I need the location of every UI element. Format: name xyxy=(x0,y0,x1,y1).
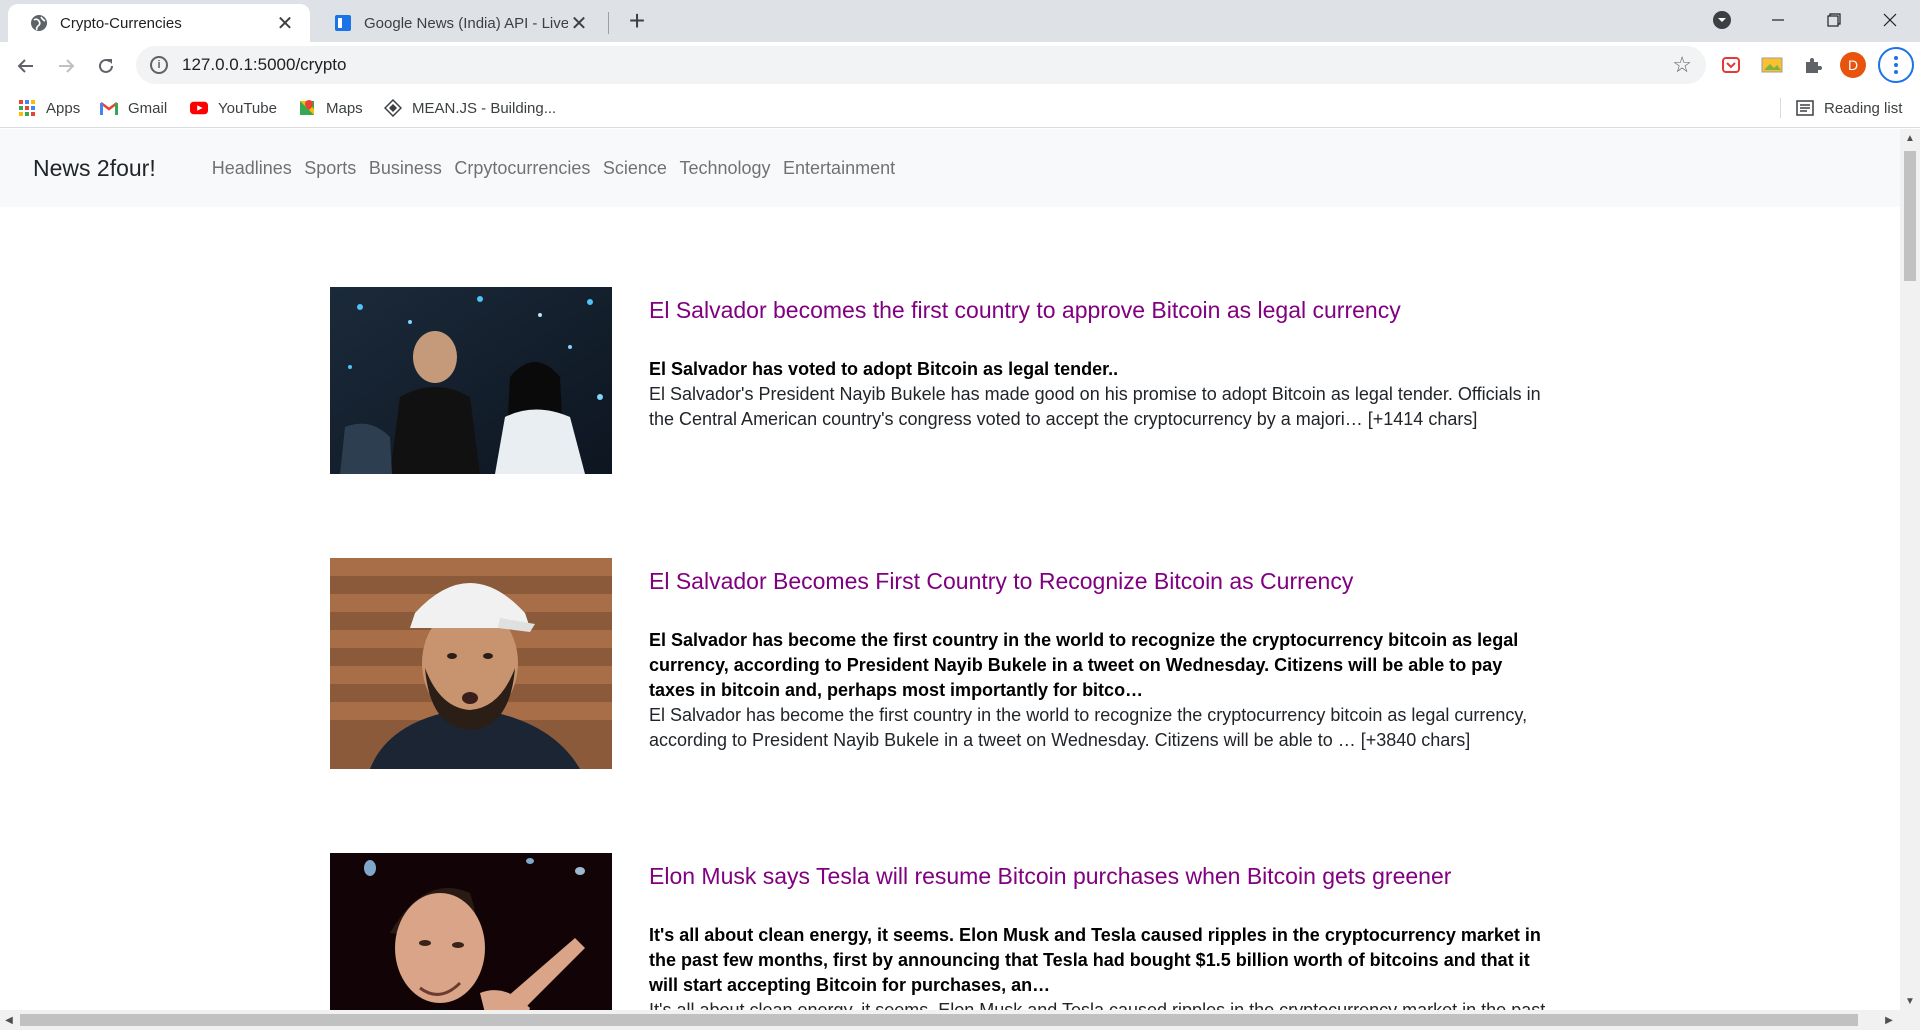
pocket-extension-icon[interactable] xyxy=(1716,50,1746,80)
reading-list-icon xyxy=(1796,99,1814,117)
maps-icon xyxy=(298,99,316,117)
scroll-left-arrow-icon[interactable]: ◀ xyxy=(0,1010,18,1030)
bookmarks-bar: Apps Gmail YouTube Maps MEAN.JS - Buildi… xyxy=(0,88,1920,128)
nav-link-technology[interactable]: Technology xyxy=(679,158,770,179)
address-bar[interactable]: i 127.0.0.1:5000/crypto ☆ xyxy=(136,46,1706,84)
tab-separator xyxy=(608,12,609,34)
article-description: El Salvador has become the first country… xyxy=(649,630,1519,700)
bookmark-label: Gmail xyxy=(128,99,168,117)
nav-link-sports[interactable]: Sports xyxy=(304,158,356,179)
kebab-menu-icon[interactable] xyxy=(1878,47,1914,83)
image-extension-icon[interactable] xyxy=(1757,50,1787,80)
site-info-icon[interactable]: i xyxy=(150,56,168,74)
vertical-scrollbar[interactable]: ▲ ▼ xyxy=(1900,129,1920,1010)
horizontal-scrollbar[interactable]: ◀ ▶ xyxy=(0,1010,1920,1030)
article-content: It's all about clean energy, it seems. E… xyxy=(649,1000,1546,1010)
apps-grid-icon xyxy=(18,99,36,117)
site-brand[interactable]: News 2four! xyxy=(33,155,156,182)
tab-title: Crypto-Currencies xyxy=(60,14,182,32)
nav-link-cryptocurrencies[interactable]: Crpytocurrencies xyxy=(454,158,590,179)
tab-title: Google News (India) API - Live ne xyxy=(364,14,568,32)
reading-list-label: Reading list xyxy=(1824,99,1903,117)
article-body: El Salvador becomes the first country to… xyxy=(649,287,1549,432)
bookmark-meanjs[interactable]: MEAN.JS - Building... xyxy=(384,96,556,120)
nav-link-science[interactable]: Science xyxy=(603,158,667,179)
tab-search-icon[interactable] xyxy=(1694,0,1750,40)
tab-crypto-currencies[interactable]: Crypto-Currencies ✕ xyxy=(8,4,310,42)
article-title-link[interactable]: El Salvador Becomes First Country to Rec… xyxy=(649,566,1549,596)
article-content: El Salvador has become the first country… xyxy=(649,705,1528,750)
bookmark-apps[interactable]: Apps xyxy=(18,96,80,120)
gmail-icon xyxy=(100,99,118,117)
nav-link-headlines[interactable]: Headlines xyxy=(212,158,292,179)
extensions-puzzle-icon[interactable] xyxy=(1798,50,1828,80)
browser-toolbar: i 127.0.0.1:5000/crypto ☆ D xyxy=(0,42,1920,88)
article-title-link[interactable]: El Salvador becomes the first country to… xyxy=(649,295,1549,325)
article-description: El Salvador has voted to adopt Bitcoin a… xyxy=(649,359,1119,379)
page-viewport: News 2four! Headlines Sports Business Cr… xyxy=(0,129,1900,1010)
bookmark-maps[interactable]: Maps xyxy=(298,96,363,120)
bookmark-label: MEAN.JS - Building... xyxy=(412,99,557,117)
bookmark-label: Maps xyxy=(326,99,363,117)
article-title-link[interactable]: Elon Musk says Tesla will resume Bitcoin… xyxy=(649,861,1549,891)
article-thumbnail-image[interactable] xyxy=(330,287,612,474)
reading-list-button[interactable]: Reading list xyxy=(1796,96,1902,120)
article-thumbnail-image[interactable] xyxy=(330,558,612,769)
article-description: It's all about clean energy, it seems. E… xyxy=(649,925,1541,995)
article-content: El Salvador's President Nayib Bukele has… xyxy=(649,384,1541,429)
bookmark-star-icon[interactable]: ☆ xyxy=(1672,52,1692,78)
tab-google-news-api[interactable]: Google News (India) API - Live ne ✕ xyxy=(312,4,604,42)
new-tab-plus-icon[interactable]: + xyxy=(622,5,652,36)
horizontal-scroll-thumb[interactable] xyxy=(20,1014,1858,1026)
scroll-right-arrow-icon[interactable]: ▶ xyxy=(1880,1010,1898,1030)
close-window-icon[interactable] xyxy=(1862,0,1918,40)
bookmark-label: YouTube xyxy=(218,99,277,117)
reload-icon[interactable] xyxy=(88,48,124,84)
back-arrow-icon[interactable] xyxy=(8,48,44,84)
profile-avatar[interactable]: D xyxy=(1838,50,1868,80)
article-thumbnail-image[interactable] xyxy=(330,853,612,1010)
url-text: 127.0.0.1:5000/crypto xyxy=(182,55,347,74)
bookmark-gmail[interactable]: Gmail xyxy=(100,96,167,120)
nav-link-entertainment[interactable]: Entertainment xyxy=(783,158,895,179)
youtube-icon xyxy=(190,99,208,117)
site-navbar: News 2four! Headlines Sports Business Cr… xyxy=(0,129,1900,207)
article-body: Elon Musk says Tesla will resume Bitcoin… xyxy=(649,853,1549,1010)
close-tab-icon[interactable]: ✕ xyxy=(568,12,590,35)
bookmark-youtube[interactable]: YouTube xyxy=(190,96,277,120)
meanjs-diamond-icon xyxy=(384,99,402,117)
article-body: El Salvador Becomes First Country to Rec… xyxy=(649,558,1549,753)
restore-icon[interactable] xyxy=(1806,0,1862,40)
minimize-icon[interactable] xyxy=(1750,0,1806,40)
vertical-scroll-thumb[interactable] xyxy=(1904,151,1916,281)
scroll-down-arrow-icon[interactable]: ▼ xyxy=(1900,992,1920,1010)
forward-arrow-icon[interactable] xyxy=(48,48,84,84)
document-favicon-icon xyxy=(334,14,352,32)
globe-icon xyxy=(30,14,48,32)
tab-strip: Crypto-Currencies ✕ Google News (India) … xyxy=(0,0,1920,42)
bookmark-label: Apps xyxy=(46,99,81,117)
bookmarks-separator xyxy=(1780,98,1781,118)
nav-link-business[interactable]: Business xyxy=(369,158,442,179)
scroll-up-arrow-icon[interactable]: ▲ xyxy=(1900,129,1920,147)
close-tab-icon[interactable]: ✕ xyxy=(274,12,296,35)
